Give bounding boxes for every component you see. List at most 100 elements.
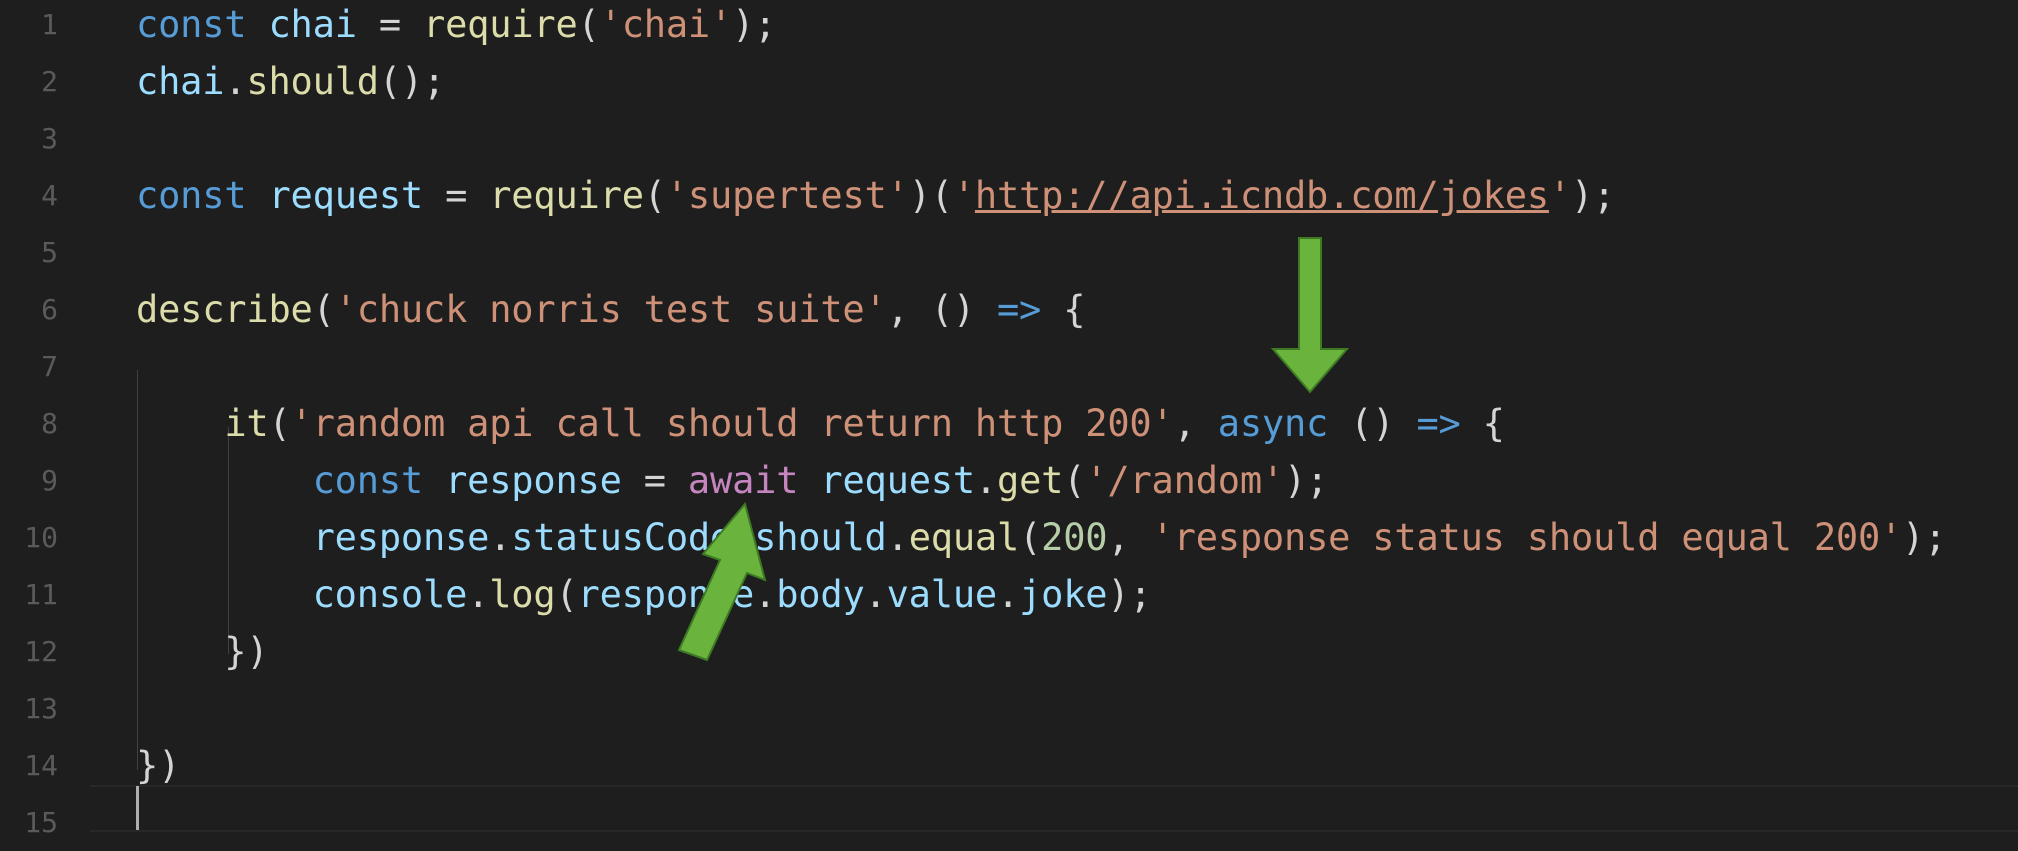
arrow-up-shape: [677, 501, 767, 662]
code-token: joke: [1019, 573, 1108, 616]
code-token: =: [621, 459, 688, 502]
code-editor[interactable]: 1 2 3 4 5 6 7 8 9 10 11 12 13 14 15 const chai = requi…: [0, 0, 2018, 839]
line-number: 10: [24, 521, 58, 554]
code-line[interactable]: }): [136, 623, 268, 680]
line-number: 5: [41, 236, 58, 269]
line-number: 11: [24, 578, 58, 611]
code-token: )(: [908, 174, 953, 217]
code-token: .: [886, 516, 909, 559]
code-token: );: [1107, 573, 1152, 616]
code-token: , (): [886, 288, 997, 331]
code-token: =: [423, 174, 490, 217]
code-token: .: [974, 459, 997, 502]
code-token: {: [1041, 288, 1086, 331]
line-number: 9: [41, 464, 58, 497]
arrow-up-icon: [677, 501, 767, 662]
line-number-gutter: 1 2 3 4 5 6 7 8 9 10 11 12 13 14 15: [0, 0, 90, 839]
code-token: (: [1019, 516, 1042, 559]
code-token: =>: [1416, 402, 1461, 445]
line-number: 1: [41, 8, 58, 41]
code-line[interactable]: it('random api call should return http 2…: [136, 395, 1505, 452]
code-token: request: [820, 459, 975, 502]
line-number: 4: [41, 179, 58, 212]
code-token: .: [224, 60, 247, 103]
code-token: equal: [908, 516, 1020, 559]
code-token: describe: [136, 288, 313, 331]
code-line[interactable]: const request = require('supertest')('ht…: [136, 167, 1615, 224]
line-number: 14: [24, 749, 58, 782]
code-token: .: [489, 516, 512, 559]
code-token: const: [136, 174, 247, 217]
code-token: log: [489, 573, 556, 616]
code-token: '/random': [1085, 459, 1284, 502]
code-token: require: [489, 174, 644, 217]
code-token: response: [312, 516, 490, 559]
code-token: 'response status should equal 200': [1151, 516, 1903, 559]
line-number: 3: [41, 122, 58, 155]
code-token: ,: [1173, 402, 1218, 445]
text-cursor: [136, 786, 139, 830]
code-token: request: [268, 174, 423, 217]
code-token: should: [754, 516, 887, 559]
line-number: 2: [41, 65, 58, 98]
code-area[interactable]: const chai = require('chai'); chai.should…: [136, 0, 1996, 832]
code-token: (): [1328, 402, 1417, 445]
code-token: 'random api call should return http 200': [290, 402, 1174, 445]
code-token: (: [555, 573, 578, 616]
code-token: (: [643, 174, 666, 217]
code-token: .: [467, 573, 490, 616]
code-token: }): [136, 744, 181, 787]
code-line[interactable]: }): [136, 737, 180, 794]
code-token: );: [1902, 516, 1947, 559]
line-number: 7: [41, 350, 58, 383]
code-token: const: [312, 459, 424, 502]
code-token: 'chuck norris test suite': [334, 288, 887, 331]
code-token: body: [776, 573, 865, 616]
arrow-down-icon: [1270, 237, 1350, 394]
code-line[interactable]: describe('chuck norris test suite', () =…: [136, 281, 1085, 338]
code-token: chai: [268, 3, 357, 46]
code-token: http://api.icndb.com/jokes: [974, 174, 1549, 217]
code-token: ,: [1107, 516, 1152, 559]
code-token: ();: [378, 60, 446, 103]
code-token: .: [864, 573, 887, 616]
code-token: 200: [1041, 516, 1108, 559]
code-token: value: [886, 573, 998, 616]
code-token: =: [356, 3, 424, 46]
line-number: 13: [24, 692, 58, 725]
code-line[interactable]: chai.should();: [136, 53, 445, 110]
code-token: );: [1570, 174, 1616, 217]
code-token: console: [312, 573, 468, 616]
code-token: );: [1284, 459, 1329, 502]
code-token: it: [224, 402, 269, 445]
code-token: {: [1460, 402, 1505, 445]
line-number: 15: [24, 806, 58, 839]
code-token: await: [687, 459, 799, 502]
code-token: (: [268, 402, 291, 445]
code-token: const: [136, 3, 247, 46]
code-token: 'chai': [599, 3, 733, 46]
code-token: (: [577, 3, 600, 46]
code-token: chai: [136, 60, 225, 103]
code-token: ': [952, 174, 975, 217]
code-token: (: [312, 288, 335, 331]
code-line[interactable]: response.statusCode.should.equal(200, 'r…: [136, 509, 1947, 566]
arrow-down-shape: [1270, 237, 1350, 394]
code-token: );: [732, 3, 777, 46]
code-token: }): [136, 630, 269, 673]
line-number: 6: [41, 293, 58, 326]
line-number: 12: [24, 635, 58, 668]
code-token: ': [1548, 174, 1571, 217]
code-token: (: [1063, 459, 1086, 502]
code-token: async: [1217, 402, 1329, 445]
code-token: response: [445, 459, 622, 502]
code-line[interactable]: console.log(response.body.value.joke);: [136, 566, 1152, 623]
code-line[interactable]: const chai = require('chai');: [136, 0, 776, 53]
